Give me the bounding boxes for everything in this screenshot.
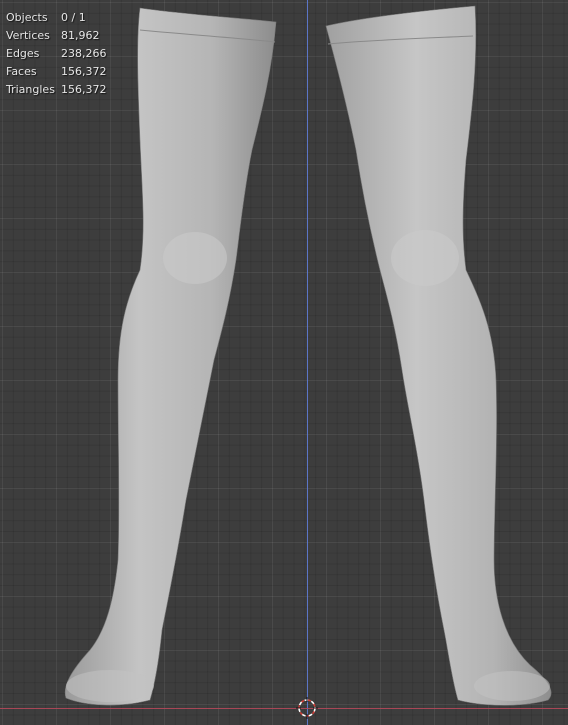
stat-objects: Objects 0 / 1 <box>6 9 107 27</box>
legs-mesh[interactable] <box>0 0 568 725</box>
z-axis-line <box>307 0 308 725</box>
stat-value: 0 / 1 <box>61 11 86 24</box>
right-knee <box>391 230 459 286</box>
left-foot <box>66 670 154 702</box>
right-foot <box>474 671 550 701</box>
stat-triangles: Triangles 156,372 <box>6 81 107 99</box>
stat-edges: Edges 238,266 <box>6 45 107 63</box>
stat-label: Vertices <box>6 29 50 42</box>
left-knee <box>163 232 227 284</box>
left-leg <box>64 7 277 706</box>
stat-value: 156,372 <box>61 83 107 96</box>
3d-viewport[interactable]: Objects 0 / 1 Vertices 81,962 Edges 238,… <box>0 0 568 725</box>
statistics-overlay: Objects 0 / 1 Vertices 81,962 Edges 238,… <box>6 9 107 99</box>
stat-value: 238,266 <box>61 47 107 60</box>
stat-value: 81,962 <box>61 29 100 42</box>
stat-label: Edges <box>6 47 40 60</box>
stat-label: Triangles <box>6 83 55 96</box>
x-axis-line <box>0 708 568 709</box>
right-leg <box>325 5 552 706</box>
3d-cursor-icon[interactable] <box>296 697 318 719</box>
stat-faces: Faces 156,372 <box>6 63 107 81</box>
stat-value: 156,372 <box>61 65 107 78</box>
stat-label: Faces <box>6 65 37 78</box>
stat-vertices: Vertices 81,962 <box>6 27 107 45</box>
stat-label: Objects <box>6 11 48 24</box>
